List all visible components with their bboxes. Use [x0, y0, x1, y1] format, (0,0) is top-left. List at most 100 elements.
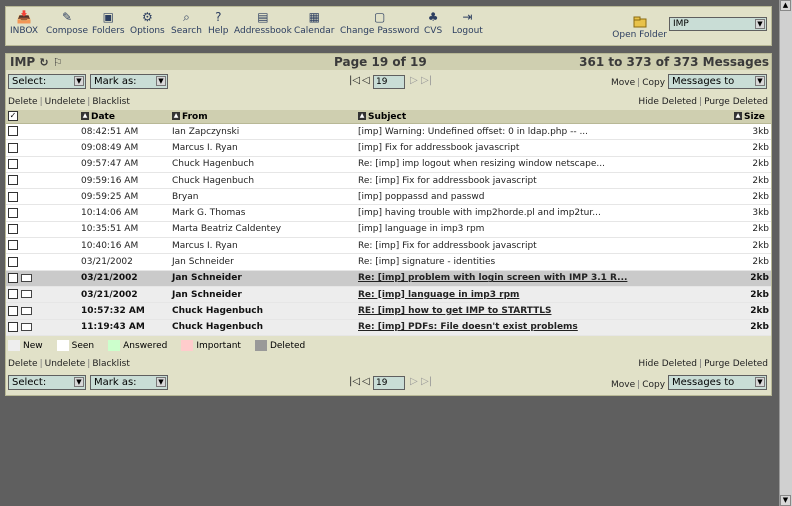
table-row[interactable]: 10:40:16 AM Marcus I. Ryan Re: [imp] Fix f… — [6, 237, 771, 255]
table-row[interactable]: 09:59:16 AM Chuck Hagenbuch Re: [imp] Fix … — [6, 172, 771, 190]
toolbar-search-button[interactable]: ⌕ Search — [171, 9, 202, 36]
sort-date-header[interactable]: ▲ Date — [79, 110, 170, 124]
toolbar-options-button[interactable]: ⚙ Options — [130, 9, 165, 36]
toolbar-help-button[interactable]: ? Help — [208, 9, 229, 36]
purge-deleted-link[interactable]: Purge Deleted — [704, 97, 768, 107]
row-checkbox-cell[interactable] — [6, 286, 79, 304]
page-number-input[interactable]: 19 — [373, 75, 405, 89]
message-subject-link[interactable]: [imp] language in imp3 rpm — [358, 224, 484, 234]
sort-from-header[interactable]: ▲ From — [170, 110, 356, 124]
scroll-up-icon[interactable]: ▲ — [780, 0, 791, 11]
table-row[interactable]: 08:42:51 AM Ian Zapczynski [imp] Warning: … — [6, 123, 771, 141]
last-page-icon[interactable]: ▷| — [421, 75, 432, 86]
page-scrollbar[interactable]: ▲ ▼ — [779, 0, 792, 506]
toolbar-compose-button[interactable]: ✎ Compose — [46, 9, 88, 36]
row-checkbox[interactable] — [8, 321, 18, 332]
row-checkbox[interactable] — [8, 289, 18, 300]
first-page-icon[interactable]: |◁ — [349, 75, 360, 86]
prev-page-icon[interactable]: ◁ — [362, 376, 370, 387]
sort-subject-header[interactable]: ▲ Subject — [356, 110, 732, 124]
first-page-icon[interactable]: |◁ — [349, 376, 360, 387]
toolbar-folders-button[interactable]: ▣ Folders — [92, 9, 125, 36]
move-link[interactable]: Move — [611, 380, 635, 390]
row-checkbox[interactable] — [8, 142, 18, 153]
table-row[interactable]: 09:57:47 AM Chuck Hagenbuch Re: [imp] imp … — [6, 156, 771, 173]
message-subject-link[interactable]: [imp] having trouble with imp2horde.pl a… — [358, 208, 601, 218]
message-subject-link[interactable]: Re: [imp] Fix for addressbook javascript — [358, 241, 537, 251]
move-link[interactable]: Move — [611, 78, 635, 88]
target-folder-select-bottom[interactable]: Messages to ▼ — [668, 375, 767, 390]
toolbar-password-button[interactable]: ▢ Change Password — [340, 9, 419, 36]
row-checkbox[interactable] — [8, 305, 18, 316]
last-page-icon[interactable]: ▷| — [421, 376, 432, 387]
message-subject-link[interactable]: Re: [imp] PDFs: File doesn't exist probl… — [358, 322, 578, 332]
table-row[interactable]: 03/21/2002 Jan Schneider Re: [imp] problem… — [6, 270, 771, 287]
row-checkbox[interactable] — [8, 158, 18, 169]
message-subject-link[interactable]: Re: [imp] problem with login screen with… — [358, 273, 627, 283]
row-checkbox-cell[interactable] — [6, 302, 79, 320]
scroll-down-icon[interactable]: ▼ — [780, 495, 791, 506]
select-dropdown-bottom[interactable]: Select: ▼ — [8, 375, 86, 390]
delete-link[interactable]: Delete — [8, 359, 38, 369]
next-page-icon[interactable]: ▷ — [410, 376, 418, 387]
row-checkbox-cell[interactable] — [6, 221, 79, 239]
copy-link[interactable]: Copy — [642, 78, 665, 88]
message-subject-link[interactable]: Re: [imp] language in imp3 rpm — [358, 290, 519, 300]
prev-page-icon[interactable]: ◁ — [362, 75, 370, 86]
row-checkbox[interactable] — [8, 273, 18, 284]
purge-deleted-link[interactable]: Purge Deleted — [704, 359, 768, 369]
row-checkbox-cell[interactable] — [6, 139, 79, 157]
row-checkbox-cell[interactable] — [6, 319, 79, 336]
undelete-link[interactable]: Undelete — [45, 359, 86, 369]
table-row[interactable]: 10:57:32 AM Chuck Hagenbuch RE: [imp] how … — [6, 302, 771, 320]
refresh-icon[interactable]: ↻ — [39, 56, 48, 69]
sort-size-header[interactable]: ▲ Size — [732, 110, 771, 124]
toolbar-logout-button[interactable]: ⇥ Logout — [452, 9, 483, 36]
mark-as-dropdown-bottom[interactable]: Mark as: ▼ — [90, 375, 168, 390]
hide-deleted-link[interactable]: Hide Deleted — [638, 359, 697, 369]
row-checkbox[interactable] — [8, 175, 18, 186]
toolbar-addressbook-button[interactable]: ▤ Addressbook — [234, 9, 292, 36]
table-row[interactable]: 10:14:06 AM Mark G. Thomas [imp] having tr… — [6, 204, 771, 222]
toolbar-inbox-button[interactable]: 📥 INBOX — [10, 9, 38, 36]
message-subject-link[interactable]: RE: [imp] how to get IMP to STARTTLS — [358, 306, 551, 316]
message-subject-link[interactable]: Re: [imp] Fix for addressbook javascript — [358, 176, 537, 186]
row-checkbox-cell[interactable] — [6, 253, 79, 271]
mark-as-dropdown[interactable]: Mark as: ▼ — [90, 74, 168, 89]
open-folder-button[interactable]: Open Folder — [612, 13, 667, 40]
row-checkbox-cell[interactable] — [6, 237, 79, 255]
row-checkbox[interactable] — [8, 207, 18, 218]
message-subject-link[interactable]: Re: [imp] signature - identities — [358, 257, 495, 267]
row-checkbox-cell[interactable] — [6, 123, 79, 141]
toolbar-calendar-button[interactable]: ▦ Calendar — [294, 9, 334, 36]
hide-deleted-link[interactable]: Hide Deleted — [638, 97, 697, 107]
row-checkbox[interactable] — [8, 126, 18, 137]
row-checkbox-cell[interactable] — [6, 172, 79, 190]
delete-link[interactable]: Delete — [8, 97, 38, 107]
next-page-icon[interactable]: ▷ — [410, 75, 418, 86]
table-row[interactable]: 03/21/2002 Jan Schneider Re: [imp] languag… — [6, 286, 771, 304]
blacklist-link[interactable]: Blacklist — [92, 359, 130, 369]
row-checkbox[interactable] — [8, 240, 18, 251]
target-folder-select[interactable]: Messages to ▼ — [668, 74, 767, 89]
row-checkbox-cell[interactable] — [6, 188, 79, 206]
message-subject-link[interactable]: [imp] Fix for addressbook javascript — [358, 143, 519, 153]
row-checkbox-cell[interactable] — [6, 204, 79, 222]
row-checkbox-cell[interactable] — [6, 270, 79, 287]
table-row[interactable]: 11:19:43 AM Chuck Hagenbuch Re: [imp] PDFs… — [6, 319, 771, 336]
select-all-checkbox[interactable]: ✓ — [6, 110, 79, 124]
table-row[interactable]: 09:59:25 AM Bryan [imp] poppassd and passw… — [6, 188, 771, 206]
table-row[interactable]: 09:08:49 AM Marcus I. Ryan [imp] Fix for a… — [6, 139, 771, 157]
row-checkbox-cell[interactable] — [6, 156, 79, 173]
blacklist-link[interactable]: Blacklist — [92, 97, 130, 107]
toolbar-cvs-button[interactable]: ♣ CVS — [424, 9, 442, 36]
row-checkbox[interactable] — [8, 256, 18, 267]
copy-link[interactable]: Copy — [642, 380, 665, 390]
table-row[interactable]: 10:35:51 AM Marta Beatriz Caldentey [imp] … — [6, 221, 771, 239]
message-subject-link[interactable]: [imp] poppassd and passwd — [358, 192, 484, 202]
row-checkbox[interactable] — [8, 224, 18, 235]
row-checkbox[interactable] — [8, 191, 18, 202]
message-subject-link[interactable]: Re: [imp] imp logout when resizing windo… — [358, 159, 605, 169]
filter-icon[interactable]: ⚐ — [53, 56, 63, 69]
select-dropdown[interactable]: Select: ▼ — [8, 74, 86, 89]
